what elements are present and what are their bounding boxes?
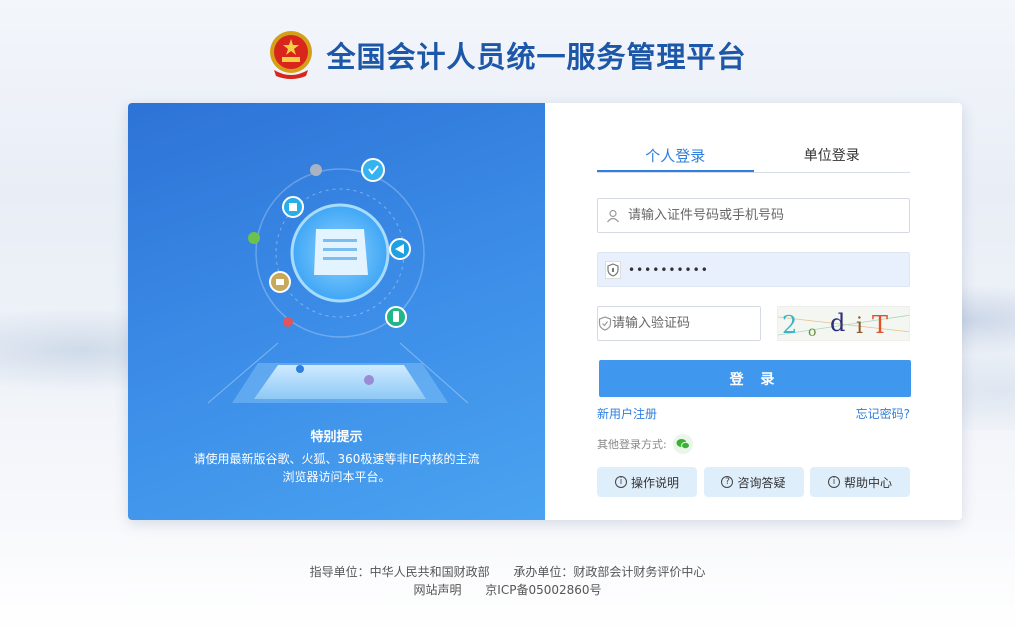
- forgot-password-link[interactable]: 忘记密码?: [856, 405, 910, 422]
- captcha-char: d: [830, 309, 845, 337]
- captcha-char: T: [872, 311, 888, 339]
- login-tabs: 个人登录 单位登录: [597, 143, 910, 173]
- consult-qa-button[interactable]: ? 咨询答疑: [703, 467, 804, 497]
- captcha-char: o: [808, 324, 816, 340]
- login-panel: 个人登录 单位登录 2 o: [545, 103, 962, 520]
- icp-link[interactable]: 京ICP备05002860号: [485, 583, 601, 597]
- help-button-label: 咨询答疑: [737, 475, 786, 490]
- id-input[interactable]: [628, 199, 909, 232]
- site-title: 全国会计人员统一服务管理平台: [326, 40, 747, 74]
- captcha-input[interactable]: [612, 307, 782, 340]
- tab-organization-login[interactable]: 单位登录: [754, 143, 911, 172]
- login-button[interactable]: 登 录: [599, 360, 911, 397]
- help-button-label: 操作说明: [630, 475, 679, 490]
- footer-organizer: 承办单位：财政部会计财务评价中心: [513, 565, 706, 579]
- help-buttons: i 操作说明 ? 咨询答疑 i 帮助中心: [597, 467, 910, 497]
- captcha-char: 2: [782, 311, 797, 339]
- login-card: 特别提示 请使用最新版谷歌、火狐、360极速等非IE内核的主流浏览器访问本平台。…: [128, 103, 962, 520]
- info-icon: i: [827, 476, 840, 488]
- site-header: 全国会计人员统一服务管理平台: [0, 26, 1015, 84]
- national-emblem-icon: [268, 30, 314, 80]
- question-icon: ?: [721, 476, 734, 488]
- footer: 指导单位：中华人民共和国财政部 承办单位：财政部会计财务评价中心 网站声明 京I…: [0, 563, 1015, 599]
- shield-check-icon: [598, 316, 612, 331]
- id-field[interactable]: [597, 198, 910, 233]
- tab-personal-login[interactable]: 个人登录: [597, 143, 754, 172]
- captcha-image[interactable]: 2 o d i T: [777, 306, 910, 341]
- promo-illustration: [207, 158, 469, 404]
- wechat-icon[interactable]: [672, 434, 693, 454]
- captcha-char: i: [856, 314, 863, 339]
- register-link[interactable]: 新用户注册: [597, 405, 657, 422]
- other-login-label: 其他登录方式:: [597, 438, 667, 451]
- password-field[interactable]: [597, 252, 910, 287]
- promo-title: 特别提示: [310, 430, 363, 445]
- promo-panel: 特别提示 请使用最新版谷歌、火狐、360极速等非IE内核的主流浏览器访问本平台。: [128, 103, 545, 520]
- operation-guide-button[interactable]: i 操作说明: [597, 467, 697, 497]
- user-icon: [598, 209, 628, 223]
- site-statement-link[interactable]: 网站声明: [413, 583, 461, 597]
- footer-guide: 指导单位：中华人民共和国财政部: [309, 565, 490, 579]
- help-center-button[interactable]: i 帮助中心: [810, 467, 910, 497]
- promo-text: 请使用最新版谷歌、火狐、360极速等非IE内核的主流浏览器访问本平台。: [193, 452, 480, 484]
- help-button-label: 帮助中心: [843, 475, 892, 490]
- info-icon: i: [614, 476, 627, 488]
- captcha-field[interactable]: [597, 306, 782, 341]
- lock-shield-icon: [598, 260, 628, 279]
- password-input[interactable]: [628, 253, 909, 286]
- other-login-methods: 其他登录方式:: [597, 434, 693, 454]
